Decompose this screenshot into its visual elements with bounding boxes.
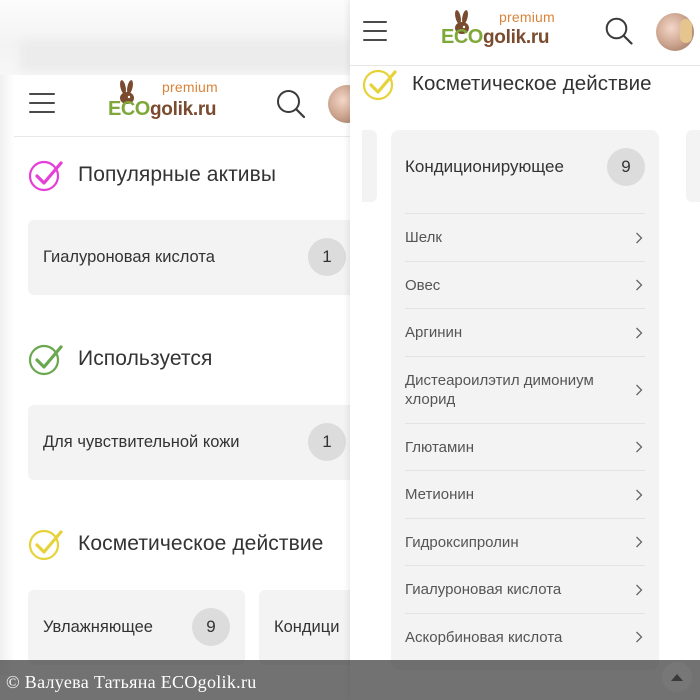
- brand-eco-text: ECO: [108, 98, 150, 120]
- filter-card-conditioning[interactable]: Кондици: [259, 590, 350, 665]
- brand-eco-text: ECO: [441, 26, 483, 48]
- adjacent-card-left[interactable]: [362, 130, 377, 202]
- hamburger-icon[interactable]: [29, 93, 55, 113]
- list-item[interactable]: Шелк: [405, 213, 645, 261]
- section-title: Популярные активы: [78, 163, 277, 186]
- filter-card-sensitive-skin[interactable]: Для чувствительной кожи 1: [28, 405, 350, 480]
- site-header: premium ECO golik.ru: [350, 0, 700, 66]
- watermark-bar: © Валуева Татьяна ECOgolik.ru: [0, 660, 700, 700]
- ingredient-list: Шелк Овес Аргинин Дистеароилэтил димониу…: [405, 213, 645, 660]
- brand-golik-text: golik.ru: [150, 99, 217, 120]
- item-label: Гиалуроновая кислота: [405, 581, 562, 598]
- list-item[interactable]: Гидроксипролин: [405, 518, 645, 565]
- filter-label: Кондици: [274, 618, 340, 636]
- chevron-right-icon: [636, 279, 643, 291]
- checkmark-circle-icon: [28, 344, 63, 376]
- blurred-top-area: [0, 0, 350, 75]
- item-label: Аргинин: [405, 324, 463, 341]
- chevron-right-icon: [636, 631, 643, 643]
- checkmark-circle-icon: [28, 160, 63, 192]
- conditioning-dropdown: Кондиционирующее 9 Шелк Овес Аргинин Дис…: [391, 130, 659, 670]
- item-label: Глютамин: [405, 438, 474, 456]
- section-title: Используется: [78, 347, 213, 370]
- dropdown-label[interactable]: Кондиционирующее: [405, 157, 564, 177]
- edge-shadow: [0, 75, 14, 675]
- right-screenshot-panel: premium ECO golik.ru Косметическое дейст…: [350, 0, 700, 700]
- item-label: Овес: [405, 276, 441, 294]
- item-label: Метионин: [405, 486, 475, 503]
- filter-label: Увлажняющее: [43, 618, 153, 636]
- hamburger-icon[interactable]: [363, 21, 387, 41]
- avatar[interactable]: [328, 85, 350, 123]
- list-item[interactable]: Гиалуроновая кислота: [405, 565, 645, 613]
- chevron-right-icon: [636, 584, 643, 595]
- chevron-right-icon: [636, 232, 643, 243]
- section-popular-actives: Популярные активы: [28, 157, 276, 193]
- chevron-right-icon: [636, 441, 643, 453]
- section-cosmetic-action: Косметическое действие: [28, 526, 323, 562]
- item-label: Аскорбиновая кислота: [405, 628, 563, 646]
- count-badge: 9: [607, 148, 645, 186]
- filter-label: Для чувствительной кожи: [43, 433, 240, 451]
- item-label: Шелк: [405, 229, 442, 246]
- brand-golik-text: golik.ru: [483, 27, 550, 48]
- brand-premium-text: premium: [499, 9, 555, 25]
- search-icon[interactable]: [276, 89, 306, 119]
- chevron-right-icon: [636, 384, 643, 396]
- chevron-right-icon: [636, 536, 643, 548]
- count-badge: 1: [308, 423, 346, 461]
- brand-premium-text: premium: [162, 79, 218, 95]
- scroll-up-button[interactable]: [662, 662, 692, 692]
- avatar[interactable]: [656, 13, 694, 51]
- filter-label: Гиалуроновая кислота: [43, 248, 215, 266]
- list-item[interactable]: Овес: [405, 261, 645, 308]
- site-logo[interactable]: premium ECO golik.ru: [108, 79, 238, 125]
- arrow-up-icon: [671, 674, 683, 681]
- filter-card-moisturizing[interactable]: Увлажняющее 9: [28, 590, 245, 665]
- count-badge: 1: [308, 238, 346, 276]
- checkmark-circle-icon: [28, 529, 63, 561]
- list-item[interactable]: Глютамин: [405, 423, 645, 470]
- section-title: Косметическое действие: [78, 532, 324, 555]
- left-screenshot-panel: premium ECO golik.ru Популярные активы Г…: [0, 0, 350, 700]
- section-title: Косметическое действие: [412, 72, 652, 95]
- chevron-right-icon: [636, 489, 643, 500]
- item-label: Дистеароилэтил димониум хлорид: [405, 372, 594, 408]
- list-item[interactable]: Метионин: [405, 470, 645, 518]
- list-item[interactable]: Аскорбиновая кислота: [405, 613, 645, 660]
- adjacent-card-right[interactable]: [686, 130, 700, 202]
- watermark-text: © Валуева Татьяна ECOgolik.ru: [6, 672, 257, 692]
- item-label: Гидроксипролин: [405, 533, 519, 551]
- site-header: premium ECO golik.ru: [14, 75, 350, 137]
- checkmark-circle-icon: [362, 69, 397, 101]
- section-used-for: Используется: [28, 341, 212, 377]
- list-item[interactable]: Аргинин: [405, 308, 645, 356]
- search-icon[interactable]: [605, 17, 633, 45]
- filter-card-hyaluronic[interactable]: Гиалуроновая кислота 1: [28, 220, 350, 295]
- chevron-right-icon: [636, 327, 643, 338]
- section-cosmetic-action: Косметическое действие: [362, 66, 652, 102]
- site-logo[interactable]: premium ECO golik.ru: [441, 9, 571, 54]
- count-badge: 9: [192, 608, 230, 646]
- list-item[interactable]: Дистеароилэтил димониум хлорид: [405, 356, 645, 423]
